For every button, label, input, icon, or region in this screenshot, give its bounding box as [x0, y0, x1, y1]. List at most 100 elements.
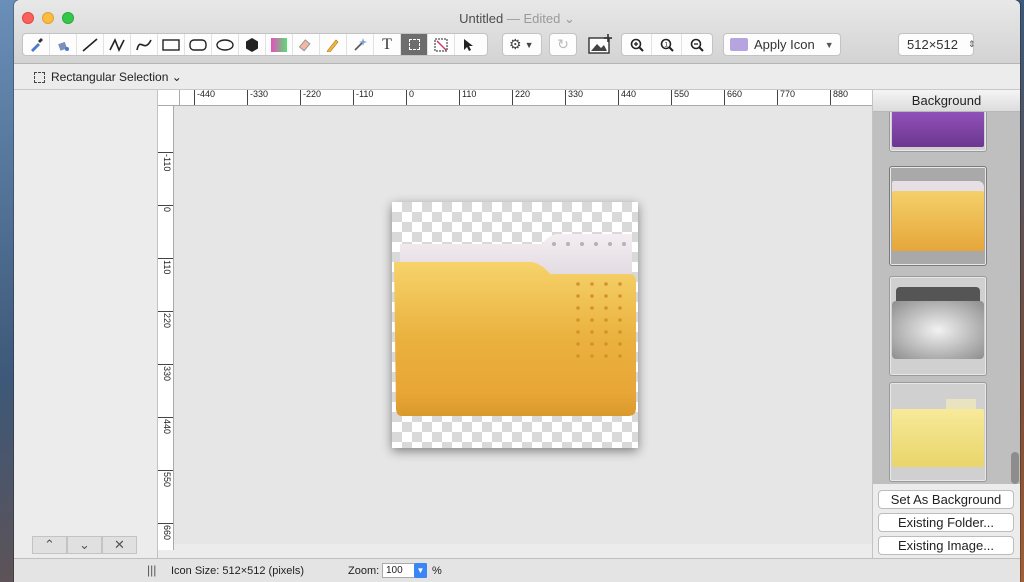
ruler-label: 330	[565, 90, 583, 105]
icon-document[interactable]	[392, 202, 638, 448]
zoom-controls: 1	[621, 33, 713, 56]
ruler-label: 330	[162, 366, 172, 382]
move-up-button[interactable]: ⌃	[32, 536, 67, 554]
selection-icon	[34, 71, 45, 83]
ruler-tick	[158, 417, 173, 418]
rectangle-tool-icon[interactable]	[158, 34, 185, 55]
ruler-tick	[158, 258, 173, 259]
svg-text:1: 1	[664, 41, 668, 48]
drawing-tools: T	[22, 33, 488, 56]
crop-tool-icon[interactable]	[428, 34, 455, 55]
ruler-tick	[158, 523, 173, 524]
folder-icon-artwork	[394, 234, 636, 416]
icon-size-status: Icon Size: 512×512 (pixels)	[171, 565, 304, 577]
text-tool-icon[interactable]: T	[374, 34, 401, 55]
icon-size-value: 512×512	[907, 37, 958, 52]
ruler-label: 0	[162, 207, 172, 213]
thumbnail-gray-folder[interactable]	[889, 276, 987, 376]
ruler-label: -110	[353, 90, 373, 105]
ruler-label: 220	[512, 90, 530, 105]
folder-dot	[576, 354, 580, 358]
folder-dot	[576, 294, 580, 298]
pencil-tool-icon[interactable]	[320, 34, 347, 55]
ruler-label: 550	[162, 472, 172, 488]
folder-dot	[590, 282, 594, 286]
folder-dot	[604, 318, 608, 322]
background-header: Background	[873, 90, 1020, 112]
folder-dot	[576, 306, 580, 310]
line-tool-icon[interactable]	[77, 34, 104, 55]
set-as-background-button[interactable]: Set As Background	[878, 490, 1014, 509]
zoom-in-button[interactable]	[622, 34, 652, 55]
panel-resize-handle[interactable]: |||	[147, 563, 156, 577]
folder-dot	[604, 294, 608, 298]
image-import-icon[interactable]	[587, 33, 613, 55]
folder-dot	[604, 342, 608, 346]
folder-dot	[618, 342, 622, 346]
folder-dot	[618, 282, 622, 286]
folder-dot	[576, 282, 580, 286]
layers-panel: ⌃ ⌄ ✕	[14, 90, 158, 558]
thumbnails-scrollbar[interactable]	[1011, 452, 1019, 484]
folder-icon	[730, 38, 748, 51]
folder-dot	[590, 330, 594, 334]
icon-size-select[interactable]: 512×512 ⇕	[898, 33, 976, 56]
folder-dot	[590, 306, 594, 310]
apply-icon-button[interactable]: Apply Icon ▼	[723, 33, 841, 56]
folder-dot	[618, 294, 622, 298]
ruler-tick	[158, 470, 173, 471]
polygon-tool-icon[interactable]	[239, 34, 266, 55]
delete-button[interactable]: ✕	[102, 536, 137, 554]
eraser-tool-icon[interactable]	[293, 34, 320, 55]
folder-dot	[590, 354, 594, 358]
ruler-corner	[158, 90, 180, 106]
actual-size-button[interactable]: 1	[652, 34, 682, 55]
selection-mode-menu[interactable]: Rectangular Selection ⌄	[34, 70, 182, 84]
curve-tool-icon[interactable]	[131, 34, 158, 55]
ruler-label: -220	[300, 90, 321, 105]
folder-dot	[618, 330, 622, 334]
selection-mode-label: Rectangular Selection ⌄	[51, 70, 182, 84]
ruler-label: 880	[830, 90, 848, 105]
thumbnail-yellow-folder[interactable]	[889, 166, 987, 266]
existing-folder-button[interactable]: Existing Folder...	[878, 513, 1014, 532]
edited-indicator[interactable]: — Edited ⌄	[507, 11, 575, 26]
ruler-label: -440	[194, 90, 215, 105]
pointer-tool-icon[interactable]	[455, 34, 482, 55]
ruler-label: 110	[162, 260, 172, 275]
rotate-button[interactable]: ↻	[549, 33, 577, 56]
stepper-icon: ⇕	[967, 39, 976, 49]
background-thumbnails	[873, 112, 1020, 484]
app-window: Untitled — Edited ⌄ T ⚙ ▼ ↻ 1 Apply Icon…	[14, 0, 1020, 582]
rotate-icon: ↻	[557, 36, 569, 52]
window-title: Untitled — Edited ⌄	[14, 11, 1020, 27]
document-title: Untitled	[459, 11, 504, 26]
paint-bucket-tool-icon[interactable]	[50, 34, 77, 55]
folder-dot	[604, 354, 608, 358]
existing-image-button[interactable]: Existing Image...	[878, 536, 1014, 555]
rectangular-selection-tool-icon[interactable]	[401, 34, 428, 55]
ellipse-tool-icon[interactable]	[212, 34, 239, 55]
eyedropper-tool-icon[interactable]	[23, 34, 50, 55]
rounded-rectangle-tool-icon[interactable]	[185, 34, 212, 55]
polyline-tool-icon[interactable]	[104, 34, 131, 55]
ruler-label: 660	[162, 525, 172, 541]
canvas-area[interactable]	[174, 106, 872, 544]
ruler-tick	[158, 364, 173, 365]
gradient-tool-icon[interactable]	[266, 34, 293, 55]
zoom-dropdown-button[interactable]: ▼	[414, 563, 427, 578]
folder-dot	[576, 330, 580, 334]
zoom-out-button[interactable]	[682, 34, 712, 55]
ruler-tick	[158, 152, 173, 153]
thumbnail-manila-folder[interactable]	[889, 382, 987, 482]
folder-dot	[590, 342, 594, 346]
magic-wand-tool-icon[interactable]	[347, 34, 374, 55]
move-down-button[interactable]: ⌄	[67, 536, 102, 554]
thumbnail-purple-folder[interactable]	[889, 112, 987, 152]
ruler-label: -110	[162, 154, 172, 172]
ruler-label: 660	[724, 90, 742, 105]
ruler-label: 440	[162, 419, 172, 435]
settings-menu[interactable]: ⚙ ▼	[502, 33, 542, 56]
ruler-tick	[158, 205, 173, 206]
ruler-label: 550	[671, 90, 689, 105]
